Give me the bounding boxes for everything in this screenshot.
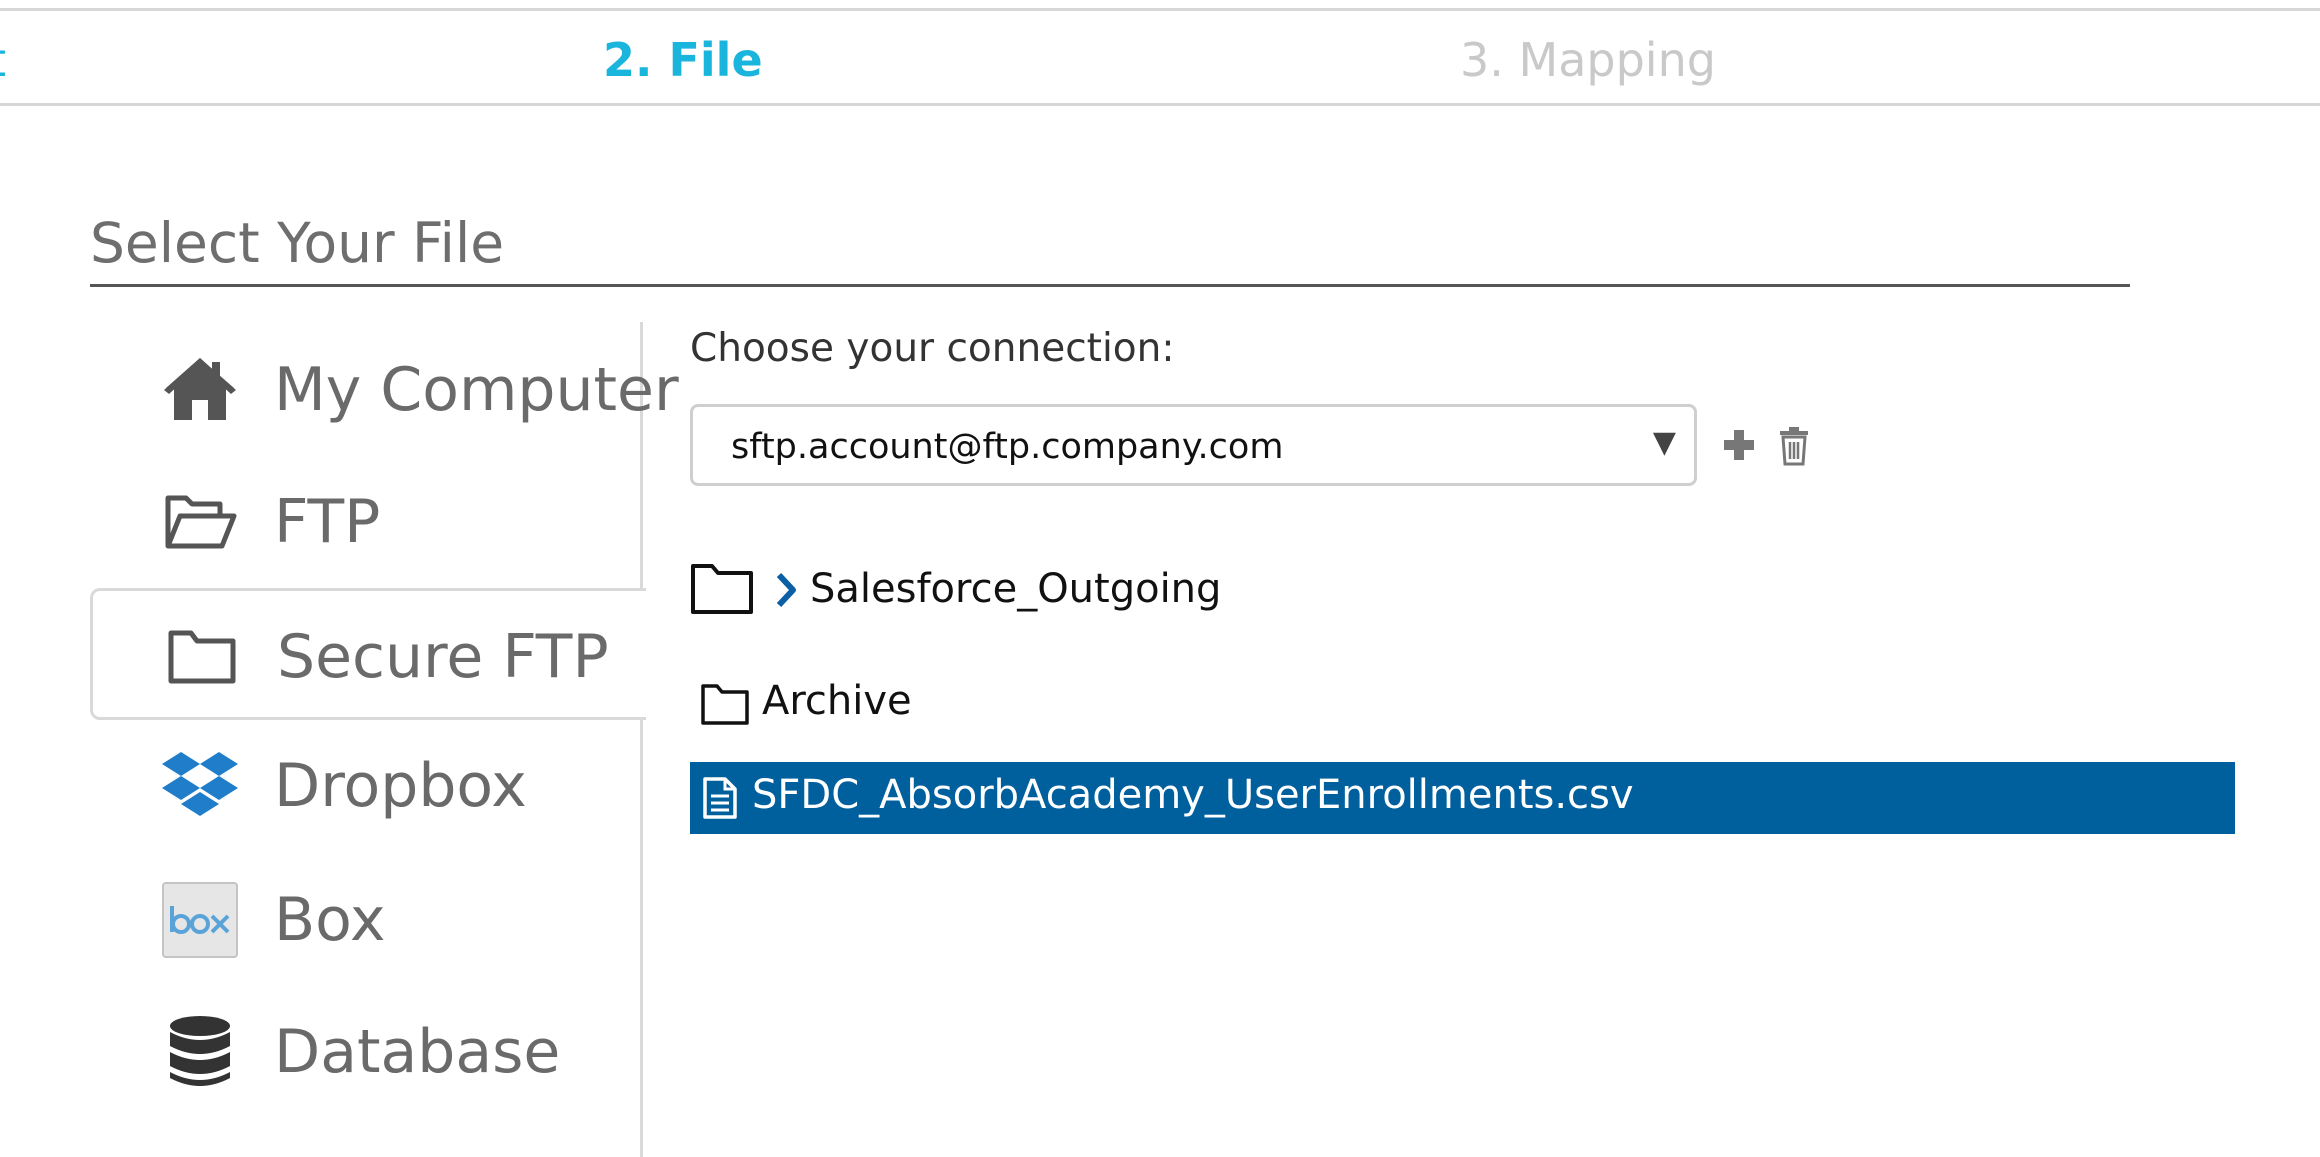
tree-folder-salesforce-outgoing[interactable]: Salesforce_Outgoing bbox=[810, 566, 1221, 612]
connection-selected-value: sftp.account@ftp.company.com bbox=[731, 427, 1284, 467]
folder-icon bbox=[701, 684, 749, 725]
source-label-database: Database bbox=[274, 1017, 561, 1087]
source-item-my-computer[interactable]: My Computer bbox=[90, 322, 679, 454]
connection-label: Choose your connection: bbox=[690, 326, 1175, 371]
source-label-secure-ftp: Secure FTP bbox=[277, 622, 609, 692]
delete-connection-icon[interactable] bbox=[1778, 426, 1810, 466]
box-icon bbox=[162, 882, 238, 958]
source-item-database[interactable]: Database bbox=[90, 984, 642, 1116]
home-icon bbox=[164, 358, 236, 420]
step-file-tab[interactable]: 2. File bbox=[603, 33, 763, 87]
dropdown-arrow-icon: ▼ bbox=[1652, 425, 1676, 460]
expand-chevron-icon[interactable] bbox=[776, 572, 798, 608]
folder-icon bbox=[691, 564, 753, 614]
source-label-box: Box bbox=[274, 885, 386, 955]
dropbox-icon bbox=[162, 752, 238, 816]
step-mapping-tab[interactable]: 3. Mapping bbox=[1460, 33, 1716, 87]
source-item-secure-ftp[interactable]: Secure FTP bbox=[90, 588, 646, 720]
source-item-ftp[interactable]: FTP bbox=[90, 454, 642, 586]
source-label-dropbox: Dropbox bbox=[274, 751, 527, 821]
open-folder-icon bbox=[165, 495, 237, 549]
wizard-step-bar: t 2. File 3. Mapping bbox=[0, 8, 2320, 106]
source-label-my-computer: My Computer bbox=[274, 355, 679, 425]
add-connection-icon[interactable] bbox=[1722, 428, 1756, 462]
tree-folder-archive[interactable]: Archive bbox=[762, 678, 912, 724]
file-icon bbox=[703, 777, 737, 819]
step-import-tab[interactable]: t bbox=[0, 33, 6, 87]
source-item-dropbox[interactable]: Dropbox bbox=[90, 720, 642, 852]
source-item-box[interactable]: Box bbox=[90, 852, 642, 984]
section-title: Select Your File bbox=[90, 208, 2130, 287]
connection-select[interactable]: sftp.account@ftp.company.com ▼ bbox=[690, 404, 1697, 486]
tree-file-selected[interactable]: SFDC_AbsorbAcademy_UserEnrollments.csv bbox=[690, 762, 2235, 834]
tree-file-label: SFDC_AbsorbAcademy_UserEnrollments.csv bbox=[752, 772, 1634, 818]
folder-icon bbox=[168, 630, 236, 684]
database-icon bbox=[170, 1016, 230, 1086]
source-label-ftp: FTP bbox=[274, 487, 381, 557]
source-sidebar: My Computer FTP Secure FTP Dropbox Box D… bbox=[90, 322, 679, 1157]
